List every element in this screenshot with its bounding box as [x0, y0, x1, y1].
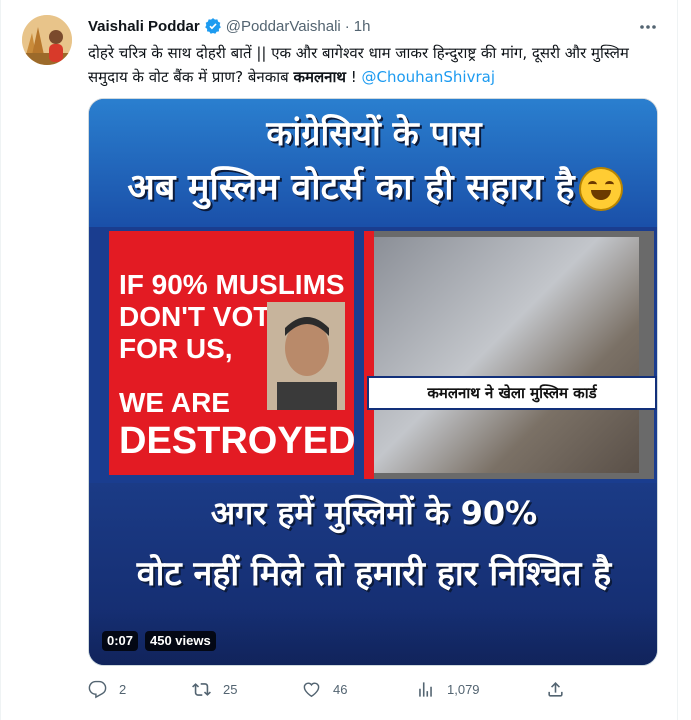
- headline-top-1: कांग्रेसियों के पास: [266, 114, 482, 154]
- retweet-button[interactable]: 25: [192, 680, 237, 699]
- tweet-text-part2: !: [345, 68, 362, 86]
- more-options-icon[interactable]: [634, 17, 662, 37]
- timestamp[interactable]: 1h: [354, 18, 371, 35]
- quote-line-5: DESTROYED: [119, 420, 356, 462]
- share-icon: [548, 682, 563, 697]
- reply-icon: [88, 680, 107, 699]
- tweet-header: Vaishali Poddar @PoddarVaishali · 1h: [88, 15, 370, 37]
- retweet-count: 25: [223, 682, 238, 697]
- heart-icon: [303, 682, 320, 698]
- laughing-emoji-icon: [580, 169, 621, 209]
- reply-button[interactable]: 2: [88, 680, 126, 699]
- action-bar: 2 25 46 1,079: [88, 680, 668, 704]
- view-count: 1,079: [447, 682, 480, 697]
- video-views: 450 views: [145, 631, 216, 651]
- video-caption: कमलनाथ ने खेला मुस्लिम कार्ड: [367, 376, 657, 410]
- author-name[interactable]: Vaishali Poddar: [88, 18, 200, 35]
- like-count: 46: [333, 682, 348, 697]
- quote-line-3: FOR US,: [119, 333, 233, 364]
- headline-bottom-1: अगर हमें मुस्लिमों के 90%: [210, 494, 538, 532]
- avatar[interactable]: [22, 15, 72, 65]
- analytics-icon: [419, 682, 432, 697]
- quote-line-2: DON'T VOTE: [119, 301, 289, 332]
- headline-top-2: अब मुस्लिम वोटर्स का ही सहारा है: [127, 167, 575, 208]
- quote-line-1: IF 90% MUSLIMS: [119, 269, 345, 300]
- verified-icon: [204, 17, 222, 35]
- video-duration: 0:07: [102, 631, 139, 651]
- tweet-text-bold: कमलनाथ: [293, 68, 346, 86]
- retweet-icon: [192, 683, 211, 696]
- views-button[interactable]: 1,079: [416, 680, 480, 699]
- video-still: [374, 237, 639, 473]
- reply-count: 2: [119, 682, 127, 697]
- headline-top-2-row: अब मुस्लिम वोटर्स का ही सहारा है: [89, 161, 657, 210]
- separator-dot: ·: [344, 17, 350, 35]
- mention-link[interactable]: @ChouhanShivraj: [362, 68, 495, 86]
- quote-line-4: WE ARE: [119, 387, 230, 418]
- video-player[interactable]: कांग्रेसियों के पास अब मुस्लिम वोटर्स का…: [88, 98, 658, 666]
- right-border: [677, 0, 678, 720]
- portrait-photo: [267, 302, 345, 410]
- left-border: [0, 0, 1, 720]
- headline-bottom-2: वोट नहीं मिले तो हमारी हार निश्चित है: [136, 554, 612, 594]
- share-button[interactable]: [546, 680, 577, 699]
- like-button[interactable]: 46: [302, 680, 347, 699]
- author-handle[interactable]: @PoddarVaishali: [226, 18, 341, 35]
- tweet-text: दोहरे चरित्र के साथ दोहरी बातें || एक और…: [88, 41, 668, 89]
